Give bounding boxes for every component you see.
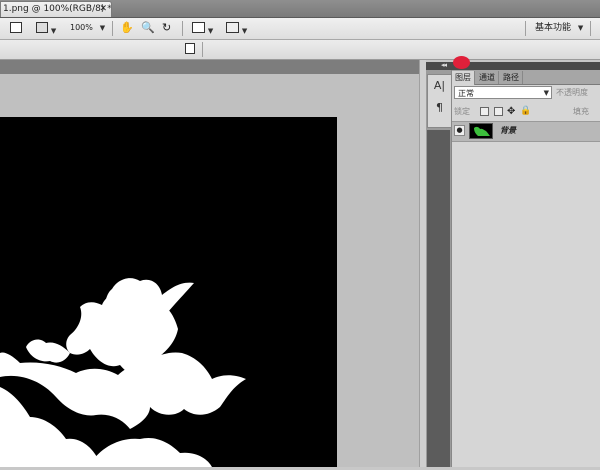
- blend-row: 正常 ▼ 不透明度: [454, 86, 600, 101]
- collapsed-panel-group: A| ¶: [427, 74, 452, 128]
- vertical-scrollbar[interactable]: [419, 60, 426, 467]
- layer-name: 背景: [500, 126, 516, 135]
- character-panel-icon[interactable]: A|: [428, 75, 451, 97]
- arrange-documents-button[interactable]: ▼: [192, 21, 213, 35]
- hand-tool-icon[interactable]: ✋: [120, 21, 134, 35]
- application-bar: ▼ 100% ▼ ✋ 🔍 ↻ ▼ ▼ 基本功能 ▼: [0, 18, 600, 40]
- collapse-panels-icon[interactable]: ◂◂: [441, 61, 447, 69]
- panel-tabs: 图层 通道 路径: [452, 70, 600, 85]
- zoom-tool-icon[interactable]: 🔍: [141, 21, 155, 35]
- zoom-level-value: 100%: [70, 23, 93, 32]
- lock-label: 锁定: [454, 107, 470, 116]
- paragraph-panel-icon[interactable]: ¶: [428, 97, 451, 119]
- lock-image-icon[interactable]: [494, 107, 503, 116]
- workspace-label: 基本功能: [535, 23, 572, 33]
- workspace-switcher[interactable]: 基本功能 ▼: [535, 21, 583, 35]
- screen-mode-button[interactable]: ▼: [226, 21, 247, 35]
- chevron-down-icon: ▼: [241, 27, 248, 35]
- chevron-down-icon: ▼: [577, 24, 584, 32]
- lock-transparency-icon[interactable]: [480, 107, 489, 116]
- options-bar: [0, 40, 600, 60]
- workspace-top-strip: [0, 60, 419, 74]
- tab-layers[interactable]: 图层: [452, 71, 475, 85]
- toolbar-separator: [202, 42, 203, 57]
- toolbar-separator: [590, 21, 591, 36]
- blend-mode-value: 正常: [458, 89, 474, 98]
- visibility-eye-icon[interactable]: ●: [454, 125, 465, 136]
- fill-label: 填充: [573, 107, 589, 116]
- toolbar-separator: [182, 21, 183, 36]
- tab-channels[interactable]: 通道: [476, 71, 499, 84]
- layers-panel: 图层 通道 路径 正常 ▼ 不透明度 锁定 ✥ 🔒 填充 ● 背景: [451, 70, 600, 467]
- close-tab-icon[interactable]: ✕: [99, 2, 107, 16]
- lock-row: 锁定 ✥ 🔒 填充: [454, 105, 600, 119]
- image-shape: [0, 278, 246, 467]
- blend-mode-select[interactable]: 正常 ▼: [454, 86, 552, 99]
- view-extras-button[interactable]: ▼: [36, 21, 56, 35]
- lock-position-icon[interactable]: ✥: [507, 105, 515, 118]
- chevron-down-icon: ▼: [207, 27, 214, 35]
- chevron-down-icon: ▼: [50, 27, 57, 35]
- document-tab[interactable]: 1.png @ 100%(RGB/8) * ✕: [0, 1, 112, 17]
- document-tab-title: 1.png @ 100%(RGB/8) *: [3, 4, 112, 14]
- tab-paths[interactable]: 路径: [500, 71, 523, 84]
- chevron-down-icon: ▼: [543, 89, 549, 97]
- document-workspace: [0, 60, 419, 467]
- chevron-down-icon: ▼: [99, 24, 106, 32]
- toolbar-separator: [525, 21, 526, 36]
- opacity-label: 不透明度: [556, 88, 588, 97]
- panel-toggle-icon[interactable]: [185, 43, 195, 57]
- bridge-icon[interactable]: [10, 21, 22, 35]
- rotate-view-icon[interactable]: ↻: [162, 21, 171, 35]
- toolbar-separator: [112, 21, 113, 36]
- lock-all-icon[interactable]: 🔒: [520, 105, 531, 118]
- layer-thumbnail: [469, 123, 493, 139]
- zoom-level-select[interactable]: 100% ▼: [70, 21, 105, 35]
- dock-empty-area: [427, 130, 450, 467]
- title-bar: 1.png @ 100%(RGB/8) * ✕: [0, 0, 600, 18]
- red-annotation-marker: [453, 56, 470, 69]
- document-canvas[interactable]: [0, 117, 337, 467]
- layer-row[interactable]: ● 背景: [452, 121, 600, 142]
